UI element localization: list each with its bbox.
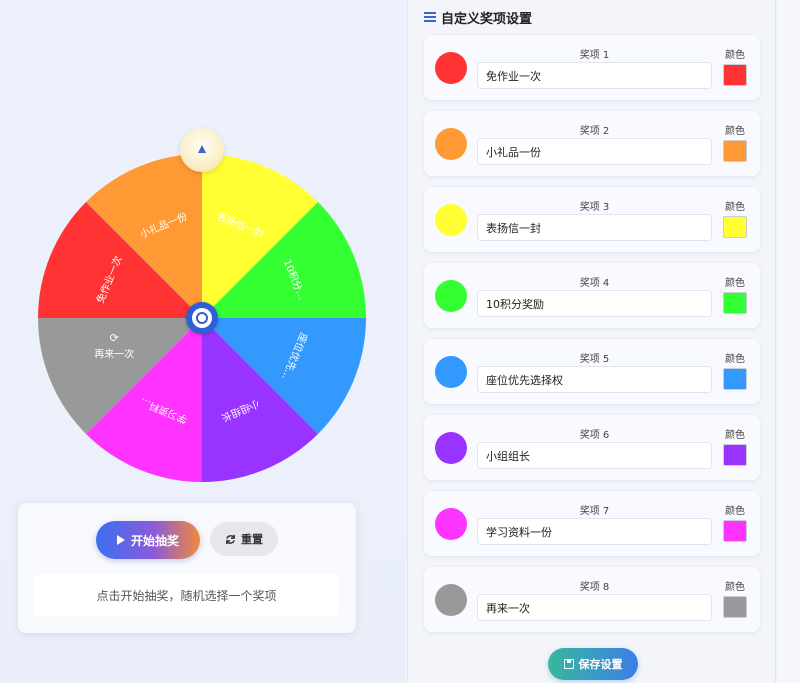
color-picker[interactable] <box>723 140 747 162</box>
prize-number-label: 奖项 4 <box>579 278 610 289</box>
start-draw-button[interactable]: 开始抽奖 <box>96 521 200 559</box>
reset-button[interactable]: 重置 <box>210 522 278 556</box>
prize-name-input[interactable]: 表扬信一封 <box>477 214 712 241</box>
prize-name-input[interactable]: 学习资料一份 <box>477 518 712 545</box>
save-settings-label: 保存设置 <box>578 658 623 671</box>
prize-card: 奖项 1 免作业一次 颜色 <box>424 35 760 100</box>
color-picker[interactable] <box>723 292 747 314</box>
color-label: 颜色 <box>725 126 745 137</box>
prize-number-label: 奖项 5 <box>579 354 610 365</box>
wheel-area: 免作业一次 小礼品一份 表扬信一封 10积分… 座位优先… 小组组长 学习资料… 再来一次 ⟳ … <box>0 0 405 683</box>
prize-card: 奖项 6 小组组长 颜色 <box>424 415 760 480</box>
color-label: 颜色 <box>725 50 745 61</box>
prize-number-label: 奖项 1 <box>579 50 610 61</box>
prize-name-input[interactable]: 小组组长 <box>477 442 712 469</box>
prize-number-label: 奖项 2 <box>579 126 610 137</box>
prize-color-dot <box>435 204 467 236</box>
prize-name-input[interactable]: 免作业一次 <box>477 62 712 89</box>
color-picker[interactable] <box>723 444 747 466</box>
refresh-icon <box>226 534 235 544</box>
color-picker[interactable] <box>723 596 747 618</box>
prize-color-dot <box>435 280 467 312</box>
start-draw-label: 开始抽奖 <box>130 533 179 548</box>
color-label: 颜色 <box>725 278 745 289</box>
color-label: 颜色 <box>725 582 745 593</box>
prize-color-dot <box>435 52 467 84</box>
prize-card: 奖项 7 学习资料一份 颜色 <box>424 491 760 556</box>
prize-name-input[interactable]: 座位优先选择权 <box>477 366 712 393</box>
play-icon <box>116 535 125 545</box>
prize-card: 奖项 3 表扬信一封 颜色 <box>424 187 760 252</box>
prize-card: 奖项 2 小礼品一份 颜色 <box>424 111 760 176</box>
color-label: 颜色 <box>725 354 745 365</box>
page-edge <box>777 0 800 683</box>
reset-label: 重置 <box>241 533 263 546</box>
prize-color-dot <box>435 128 467 160</box>
color-picker[interactable] <box>723 64 747 86</box>
save-settings-button[interactable]: 保存设置 <box>548 648 638 680</box>
wheel-slice-label: 再来一次 <box>94 347 134 360</box>
prize-name-input[interactable]: 再来一次 <box>477 594 712 621</box>
panel-title-text: 自定义奖项设置 <box>441 11 533 27</box>
color-picker[interactable] <box>723 520 747 542</box>
prize-settings-panel: 自定义奖项设置 奖项 1 免作业一次 颜色 奖项 2 小礼品一份 颜色 奖项 3 表扬信一封颜… <box>407 0 776 683</box>
prize-color-dot <box>435 584 467 616</box>
sliders-icon <box>424 12 436 22</box>
target-icon <box>196 312 208 324</box>
prize-card: 奖项 5 座位优先选择权 颜色 <box>424 339 760 404</box>
prize-number-label: 奖项 3 <box>579 202 610 213</box>
prize-color-dot <box>435 356 467 388</box>
prize-name-input[interactable]: 10积分奖励 <box>477 290 712 317</box>
color-picker[interactable] <box>723 216 747 238</box>
color-label: 颜色 <box>725 202 745 213</box>
prize-number-label: 奖项 6 <box>579 430 610 441</box>
wheel-hub <box>186 302 218 334</box>
result-hint: 点击开始抽奖，随机选择一个奖项 <box>34 574 339 616</box>
refresh-icon: ⟳ <box>110 331 119 344</box>
color-label: 颜色 <box>725 430 745 441</box>
prize-number-label: 奖项 8 <box>579 582 610 593</box>
control-card: 开始抽奖 重置 点击开始抽奖，随机选择一个奖项 <box>18 503 356 633</box>
prize-color-dot <box>435 432 467 464</box>
color-label: 颜色 <box>725 506 745 517</box>
prize-color-dot <box>435 508 467 540</box>
pointer-arrow-icon <box>198 145 206 153</box>
prize-number-label: 奖项 7 <box>579 506 610 517</box>
wheel-pointer <box>180 128 224 172</box>
prize-name-input[interactable]: 小礼品一份 <box>477 138 712 165</box>
prize-card: 奖项 4 10积分奖励 颜色 <box>424 263 760 328</box>
prize-card: 奖项 8 再来一次 颜色 <box>424 567 760 632</box>
panel-title: 自定义奖项设置 <box>424 8 533 27</box>
save-icon <box>563 659 574 669</box>
color-picker[interactable] <box>723 368 747 390</box>
